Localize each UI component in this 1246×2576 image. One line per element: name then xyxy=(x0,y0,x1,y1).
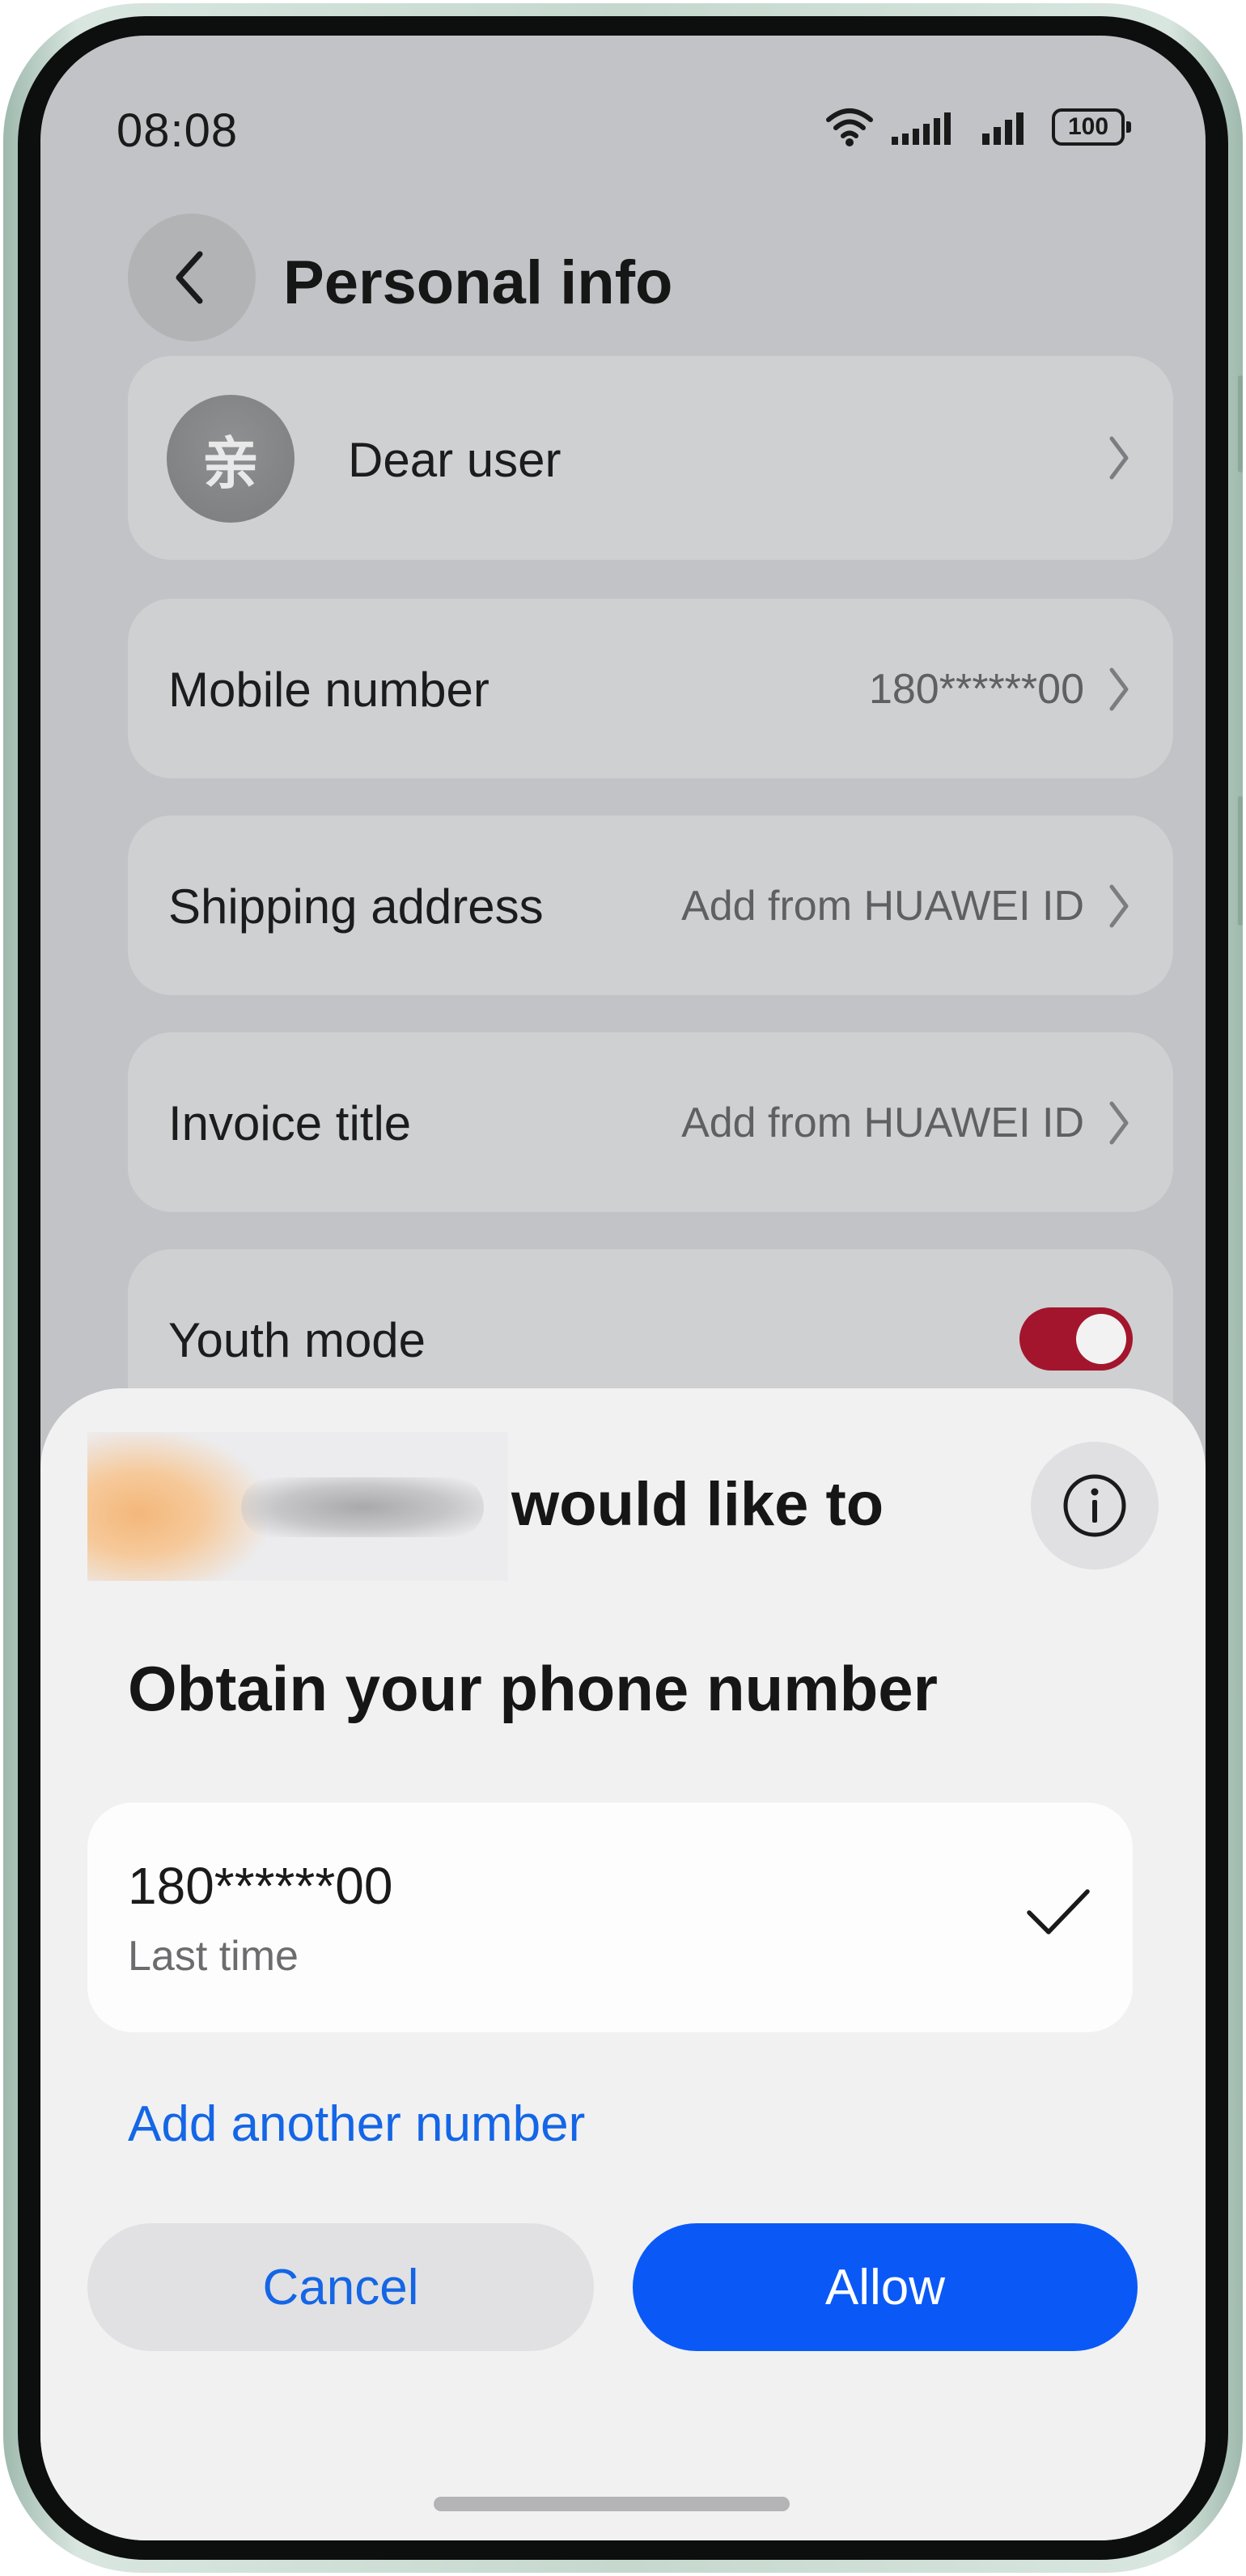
avatar: 亲 xyxy=(167,395,295,523)
shipping-address-label: Shipping address xyxy=(168,879,544,934)
status-time: 08:08 xyxy=(117,104,239,157)
status-icons: 100 xyxy=(825,107,1131,147)
allow-button[interactable]: Allow xyxy=(633,2223,1138,2351)
chevron-right-icon xyxy=(1109,667,1129,711)
battery-icon: 100 xyxy=(1052,108,1131,146)
sheet-title: Obtain your phone number xyxy=(128,1653,939,1724)
phone-number-note: Last time xyxy=(128,1933,299,1980)
signal-icon xyxy=(892,112,951,145)
invoice-title-label: Invoice title xyxy=(168,1096,412,1150)
cancel-button[interactable]: Cancel xyxy=(87,2223,594,2351)
mobile-number-row[interactable]: Mobile number 180******00 xyxy=(128,599,1173,778)
phone-number-option[interactable]: 180******00 Last time xyxy=(87,1803,1133,2032)
info-button[interactable] xyxy=(1031,1442,1159,1570)
invoice-title-row[interactable]: Invoice title Add from HUAWEI ID xyxy=(128,1032,1173,1212)
back-button[interactable] xyxy=(128,214,256,341)
youth-mode-label: Youth mode xyxy=(168,1313,426,1367)
shipping-address-row[interactable]: Shipping address Add from HUAWEI ID xyxy=(128,816,1173,995)
request-text: would like to xyxy=(511,1470,884,1539)
app-logo-blurred xyxy=(87,1432,508,1581)
chevron-right-icon xyxy=(1109,436,1129,480)
phone-number: 180******00 xyxy=(128,1857,393,1915)
checkmark-icon xyxy=(1027,1889,1090,1934)
app-name-blurred xyxy=(241,1477,484,1537)
chevron-left-icon xyxy=(176,251,203,304)
mobile-number-value: 180******00 xyxy=(868,666,1084,713)
volume-button xyxy=(1238,375,1243,472)
youth-mode-toggle[interactable] xyxy=(1019,1307,1133,1371)
screen: 08:08 100 Personal info 亲 Dear user Mobi… xyxy=(40,36,1206,2540)
chevron-right-icon xyxy=(1109,1101,1129,1145)
wifi-icon xyxy=(826,108,873,146)
profile-card[interactable]: 亲 Dear user xyxy=(128,356,1173,560)
signal-icon xyxy=(982,112,1024,145)
invoice-title-value: Add from HUAWEI ID xyxy=(681,1099,1084,1146)
toggle-knob xyxy=(1076,1314,1126,1364)
page-title: Personal info xyxy=(283,248,673,317)
mobile-number-label: Mobile number xyxy=(168,663,490,717)
home-indicator[interactable] xyxy=(434,2497,790,2511)
profile-name: Dear user xyxy=(348,433,562,487)
shipping-address-value: Add from HUAWEI ID xyxy=(681,883,1084,930)
info-icon xyxy=(1063,1474,1126,1537)
app-logo-blurred-icon xyxy=(87,1432,265,1581)
chevron-right-icon xyxy=(1109,884,1129,928)
permission-sheet: would like to Obtain your phone number 1… xyxy=(40,1388,1206,2540)
power-button xyxy=(1238,796,1243,926)
add-another-number-link[interactable]: Add another number xyxy=(128,2095,585,2153)
